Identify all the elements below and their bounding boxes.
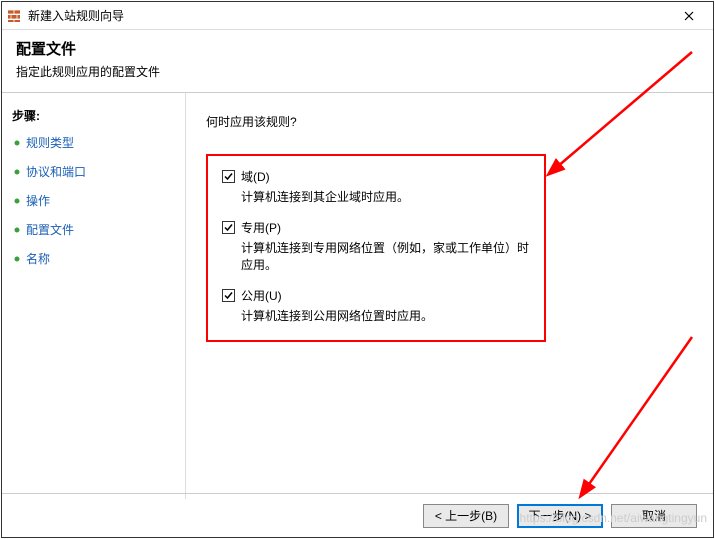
step-rule-type[interactable]: 规则类型 xyxy=(12,134,175,151)
main-panel: 何时应用该规则? 域(D) 计算机连接到其企业域时应用。 xyxy=(185,93,713,499)
step-action[interactable]: 操作 xyxy=(12,192,175,209)
steps-heading: 步骤: xyxy=(12,107,175,124)
cancel-button[interactable]: 取消 xyxy=(611,504,697,528)
option-desc: 计算机连接到其企业域时应用。 xyxy=(241,188,530,205)
step-profile[interactable]: 配置文件 xyxy=(12,221,175,238)
step-label: 规则类型 xyxy=(26,134,74,151)
step-label: 操作 xyxy=(26,192,50,209)
steps-list: 规则类型 协议和端口 操作 配置文件 名称 xyxy=(12,134,175,267)
step-protocol-ports[interactable]: 协议和端口 xyxy=(12,163,175,180)
option-label: 域(D) xyxy=(241,168,270,185)
option-desc: 计算机连接到专用网络位置（例如，家或工作单位）时应用。 xyxy=(241,239,530,273)
profile-options-highlight: 域(D) 计算机连接到其企业域时应用。 专用(P) 计算机连接到专用网络位置（例… xyxy=(206,154,546,342)
check-icon xyxy=(223,171,234,182)
wizard-footer: < 上一步(B) 下一步(N) > 取消 xyxy=(2,493,713,537)
bullet-icon xyxy=(12,167,22,177)
step-label: 配置文件 xyxy=(26,221,74,238)
bullet-icon xyxy=(12,138,22,148)
wizard-window: 新建入站规则向导 配置文件 指定此规则应用的配置文件 步骤: 规则类型 协议和端… xyxy=(1,1,714,538)
option-row: 域(D) xyxy=(222,168,530,185)
firewall-icon xyxy=(6,8,22,24)
step-name[interactable]: 名称 xyxy=(12,250,175,267)
option-public: 公用(U) 计算机连接到公用网络位置时应用。 xyxy=(222,287,530,324)
bullet-icon xyxy=(12,254,22,264)
back-button[interactable]: < 上一步(B) xyxy=(423,504,509,528)
check-icon xyxy=(223,290,234,301)
page-title: 配置文件 xyxy=(16,38,699,59)
checkbox-public[interactable] xyxy=(222,289,235,302)
option-domain: 域(D) 计算机连接到其企业域时应用。 xyxy=(222,168,530,205)
next-button[interactable]: 下一步(N) > xyxy=(517,504,603,528)
option-private: 专用(P) 计算机连接到专用网络位置（例如，家或工作单位）时应用。 xyxy=(222,219,530,273)
step-label: 名称 xyxy=(26,250,50,267)
bullet-icon xyxy=(12,196,22,206)
option-row: 专用(P) xyxy=(222,219,530,236)
option-label: 专用(P) xyxy=(241,219,281,236)
close-button[interactable] xyxy=(669,3,709,29)
wizard-header: 配置文件 指定此规则应用的配置文件 xyxy=(2,30,713,92)
prompt-text: 何时应用该规则? xyxy=(206,113,693,130)
close-icon xyxy=(684,11,694,21)
titlebar: 新建入站规则向导 xyxy=(2,2,713,30)
option-label: 公用(U) xyxy=(241,287,282,304)
sidebar: 步骤: 规则类型 协议和端口 操作 配置文件 xyxy=(2,93,185,499)
step-label: 协议和端口 xyxy=(26,163,86,180)
bullet-icon xyxy=(12,225,22,235)
option-row: 公用(U) xyxy=(222,287,530,304)
option-desc: 计算机连接到公用网络位置时应用。 xyxy=(241,307,530,324)
wizard-body: 步骤: 规则类型 协议和端口 操作 配置文件 xyxy=(2,92,713,499)
check-icon xyxy=(223,222,234,233)
page-subtitle: 指定此规则应用的配置文件 xyxy=(16,63,699,80)
checkbox-private[interactable] xyxy=(222,221,235,234)
checkbox-domain[interactable] xyxy=(222,170,235,183)
window-title: 新建入站规则向导 xyxy=(28,7,669,24)
